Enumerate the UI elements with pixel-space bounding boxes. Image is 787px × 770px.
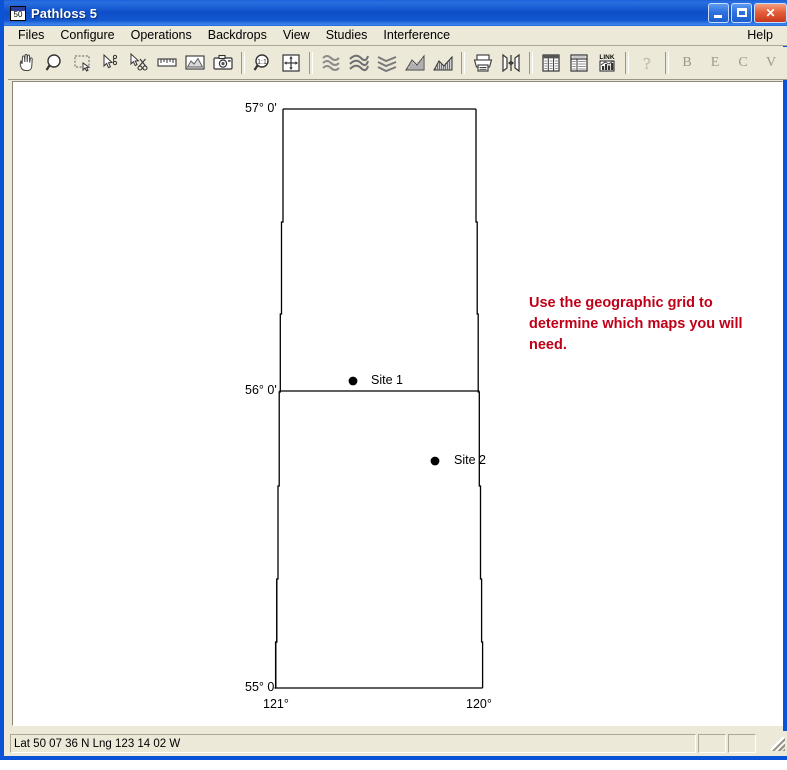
pan-hand-icon[interactable] xyxy=(14,50,40,76)
map-annotation-text: Use the geographic grid to determine whi… xyxy=(529,295,743,353)
camera-snapshot-icon[interactable] xyxy=(210,50,236,76)
site-label-2: Site 2 xyxy=(454,453,486,467)
report-table-icon[interactable] xyxy=(566,50,592,76)
letter-v-button[interactable]: V xyxy=(758,50,784,76)
svg-text:1:1: 1:1 xyxy=(257,59,267,66)
map-canvas[interactable]: 57° 0' 56° 0' 55° 0' 121° 120° Site 1 Si… xyxy=(12,81,783,726)
menu-studies[interactable]: Studies xyxy=(318,26,376,45)
tool-bar: 1:1 LINK ? B E C V xyxy=(8,47,787,80)
status-coordinates: Lat 50 07 36 N Lng 123 14 02 W xyxy=(10,734,696,753)
close-icon: ✕ xyxy=(765,6,776,20)
window-title: Pathloss 5 xyxy=(31,5,98,21)
meridian-120w xyxy=(475,109,484,688)
toolbar-separator xyxy=(309,52,313,74)
menu-bar: Files Configure Operations Backdrops Vie… xyxy=(8,26,787,46)
menu-interference[interactable]: Interference xyxy=(375,26,458,45)
lat-label-57n: 57° 0' xyxy=(245,101,277,115)
terrain-relief-icon[interactable] xyxy=(430,50,456,76)
title-bar: 50 Pathloss 5 ✕ xyxy=(4,0,787,26)
link-chart-icon[interactable]: LINK xyxy=(594,50,620,76)
site-list-icon[interactable] xyxy=(538,50,564,76)
menu-backdrops[interactable]: Backdrops xyxy=(200,26,275,45)
help-question-icon[interactable]: ? xyxy=(634,50,660,76)
site-label-1: Site 1 xyxy=(371,373,403,387)
status-bar: Lat 50 07 36 N Lng 123 14 02 W xyxy=(8,731,787,756)
minimize-icon xyxy=(714,15,722,18)
print-icon[interactable] xyxy=(470,50,496,76)
menu-view[interactable]: View xyxy=(275,26,318,45)
mirror-flip-icon[interactable] xyxy=(498,50,524,76)
maximize-icon xyxy=(737,8,747,17)
contours-fine-icon[interactable] xyxy=(374,50,400,76)
status-panel-2 xyxy=(698,734,726,753)
menu-help[interactable]: Help xyxy=(739,26,781,45)
toolbar-separator xyxy=(665,52,669,74)
menu-configure[interactable]: Configure xyxy=(52,26,122,45)
toolbar-separator xyxy=(461,52,465,74)
toolbar-separator xyxy=(529,52,533,74)
toolbar-separator xyxy=(241,52,245,74)
measure-ruler-icon[interactable] xyxy=(154,50,180,76)
app-icon-label: 50 xyxy=(13,9,23,19)
status-panel-3 xyxy=(728,734,756,753)
lng-label-120w: 120° xyxy=(466,697,492,711)
toolbar-separator xyxy=(625,52,629,74)
contours-coarse-icon[interactable] xyxy=(318,50,344,76)
rubber-band-select-icon[interactable] xyxy=(70,50,96,76)
site-marker-dot xyxy=(348,376,358,386)
meridian-121w-lower xyxy=(274,579,278,689)
lng-label-121w: 121° xyxy=(263,697,289,711)
letter-c-button[interactable]: C xyxy=(730,50,756,76)
minimize-button[interactable] xyxy=(708,3,729,23)
maximize-button[interactable] xyxy=(731,3,752,23)
geographic-grid xyxy=(274,108,484,689)
fit-to-window-icon[interactable] xyxy=(278,50,304,76)
site-marker-dot xyxy=(430,456,440,466)
window-controls: ✕ xyxy=(708,3,787,23)
cut-scissors-icon[interactable] xyxy=(126,50,152,76)
zoom-magnifier-icon[interactable] xyxy=(42,50,68,76)
zoom-full-icon[interactable]: 1:1 xyxy=(250,50,276,76)
svg-text:LINK: LINK xyxy=(599,54,614,61)
menu-operations[interactable]: Operations xyxy=(123,26,200,45)
lat-label-56n: 56° 0' xyxy=(245,383,277,397)
terrain-shading-icon[interactable] xyxy=(402,50,428,76)
select-arrow-icon[interactable] xyxy=(98,50,124,76)
profile-chart-icon[interactable] xyxy=(182,50,208,76)
pathloss-app-icon: 50 xyxy=(10,5,26,21)
contours-medium-icon[interactable] xyxy=(346,50,372,76)
lat-label-55n: 55° 0' xyxy=(245,680,277,694)
menu-files[interactable]: Files xyxy=(10,26,52,45)
application-screenshot: 50 Pathloss 5 ✕ Files Configure Operatio… xyxy=(0,0,787,770)
svg-text:?: ? xyxy=(643,54,651,73)
letter-b-button[interactable]: B xyxy=(674,50,700,76)
close-button[interactable]: ✕ xyxy=(754,3,787,23)
pathloss-main-window: 50 Pathloss 5 ✕ Files Configure Operatio… xyxy=(0,0,787,760)
resize-grip-icon[interactable] xyxy=(771,736,785,751)
letter-e-button[interactable]: E xyxy=(702,50,728,76)
